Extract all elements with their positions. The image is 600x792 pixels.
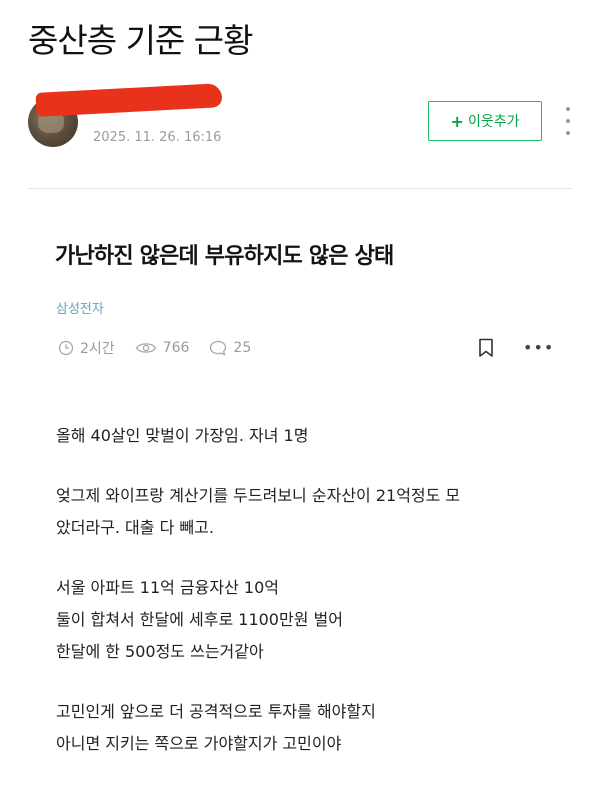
comment-icon	[210, 340, 227, 356]
follow-button[interactable]: + 이웃추가	[428, 101, 542, 141]
post-title: 가난하진 않은데 부유하지도 않은 상태	[55, 244, 394, 269]
page-title: 중산층 기준 근황	[28, 21, 253, 60]
divider	[28, 188, 572, 189]
meta-views: 766	[135, 340, 190, 356]
meta-comments[interactable]: 25	[209, 340, 251, 356]
post-category[interactable]: 삼성전자	[56, 298, 104, 317]
bookmark-icon[interactable]	[477, 338, 495, 358]
more-horizontal-icon[interactable]: •••	[523, 340, 554, 356]
meta-comments-value: 25	[233, 340, 252, 356]
body-paragraph: 올해 40살인 맞벌이 가장임. 자녀 1명	[56, 420, 556, 452]
body-line: 한달에 한 500정도 쓰는거같아	[56, 642, 264, 661]
more-vertical-icon[interactable]	[560, 107, 576, 135]
body-line: 엊그제 와이프랑 계산기를 두드려보니 순자산이 21억정도 모	[56, 486, 461, 505]
body-line: 올해 40살인 맞벌이 가장임. 자녀 1명	[56, 426, 309, 445]
meta-time-value: 2시간	[80, 341, 115, 357]
body-line: 서울 아파트 11억 금융자산 10억	[56, 578, 279, 597]
body-line: 았더라구. 대출 다 빼고.	[56, 518, 214, 537]
follow-button-label: 이웃추가	[467, 114, 520, 130]
post-date: 2025. 11. 26. 16:16	[93, 130, 222, 145]
post-body: 올해 40살인 맞벌이 가장임. 자녀 1명 엊그제 와이프랑 계산기를 두드려…	[56, 420, 556, 788]
body-line: 둘이 합쳐서 한달에 세후로 1100만원 벌어	[56, 610, 343, 629]
author-name-redacted[interactable]	[35, 83, 223, 117]
body-paragraph: 고민인게 앞으로 더 공격적으로 투자를 해야할지 아니면 지키는 쪽으로 가야…	[56, 696, 556, 760]
meta-time: 2시간	[58, 338, 115, 358]
body-line: 고민인게 앞으로 더 공격적으로 투자를 해야할지	[56, 702, 376, 721]
meta-views-value: 766	[162, 340, 190, 356]
page: 중산층 기준 근황 2025. 11. 26. 16:16 + 이웃추가 가난하…	[0, 0, 600, 792]
body-paragraph: 서울 아파트 11억 금융자산 10억 둘이 합쳐서 한달에 세후로 1100만…	[56, 572, 556, 668]
body-line: 아니면 지키는 쪽으로 가야할지가 고민이야	[56, 734, 342, 753]
clock-icon	[58, 340, 74, 356]
body-paragraph: 엊그제 와이프랑 계산기를 두드려보니 순자산이 21억정도 모 았더라구. 대…	[56, 480, 556, 544]
post-meta: 2시간 766 25	[58, 338, 271, 358]
plus-icon: +	[450, 111, 464, 131]
eye-icon	[135, 343, 156, 353]
